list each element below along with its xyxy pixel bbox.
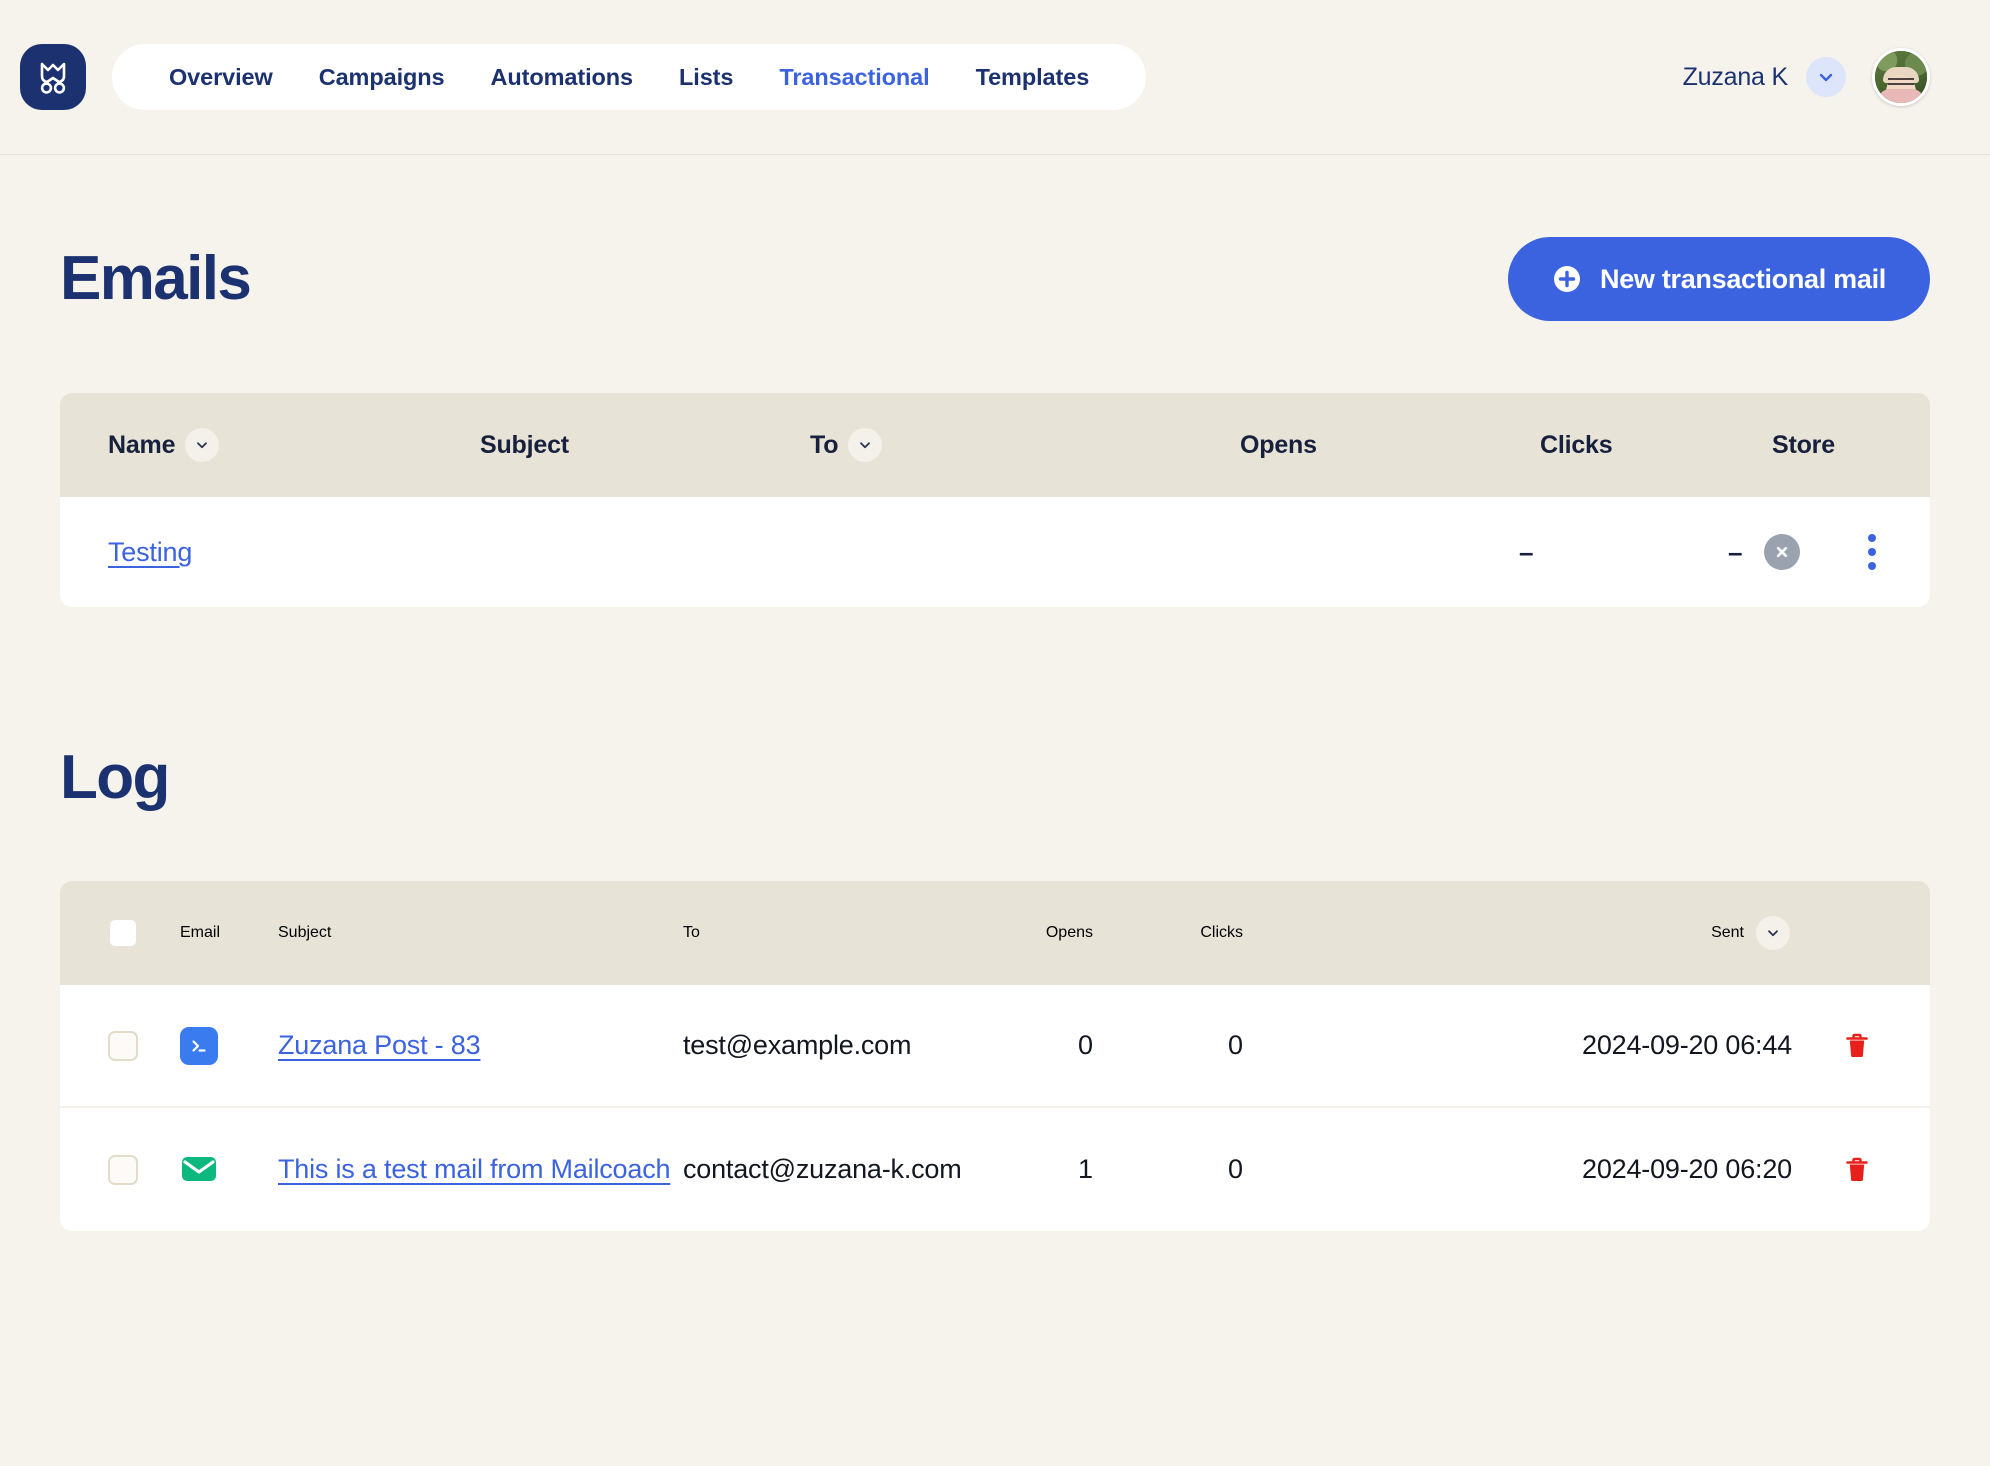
- column-header-to[interactable]: To: [810, 428, 1240, 462]
- log-table-header: Email Subject To Opens Clicks Sent: [60, 881, 1930, 985]
- terminal-icon: [180, 1026, 218, 1065]
- row-checkbox[interactable]: [108, 1154, 138, 1185]
- select-all-checkbox[interactable]: [108, 918, 138, 948]
- column-header-name[interactable]: Name: [60, 428, 480, 462]
- row-subject-cell: Zuzana Post - 83: [278, 1030, 683, 1061]
- row-checkbox[interactable]: [108, 1030, 138, 1061]
- new-transactional-mail-button[interactable]: New transactional mail: [1508, 237, 1930, 321]
- column-header-log-to: To: [683, 924, 978, 942]
- column-header-subject: Subject: [480, 431, 810, 460]
- column-label-log-subject: Subject: [278, 924, 332, 941]
- table-row: Testing – –: [60, 497, 1930, 607]
- column-label-log-clicks: Clicks: [1200, 924, 1243, 941]
- row-clicks-cell: 0: [1227, 1154, 1243, 1184]
- chevron-down-icon[interactable]: [1756, 916, 1790, 950]
- row-to-cell: contact@zuzana-k.com: [683, 1154, 962, 1184]
- column-label-email: Email: [180, 924, 221, 941]
- emails-table-header: Name Subject To Opens Clicks Store: [60, 393, 1930, 497]
- email-store-cell: [1742, 534, 1862, 570]
- user-name-label: Zuzana K: [1682, 62, 1789, 91]
- row-to-cell: test@example.com: [683, 1030, 912, 1060]
- row-sent-cell: 2024-09-20 06:20: [1243, 1154, 1930, 1185]
- select-all-cell: [60, 918, 180, 948]
- emails-table: Name Subject To Opens Clicks Store Testi…: [60, 393, 1930, 607]
- avatar[interactable]: [1872, 48, 1930, 106]
- column-label-opens: Opens: [1240, 430, 1317, 459]
- column-header-email: Email: [180, 924, 278, 942]
- row-type-cell: [180, 1026, 278, 1065]
- log-title: Log: [60, 743, 170, 812]
- row-subject-cell: This is a test mail from Mailcoach: [278, 1154, 683, 1185]
- user-menu[interactable]: Zuzana K: [1683, 48, 1930, 106]
- column-label-log-to: To: [683, 924, 700, 941]
- chevron-down-icon[interactable]: [848, 428, 883, 462]
- emails-section-header: Emails New transactional mail: [60, 155, 1930, 321]
- nav-item-campaigns[interactable]: Campaigns: [296, 44, 468, 110]
- row-clicks-cell: 0: [1227, 1030, 1243, 1060]
- top-navigation-bar: Overview Campaigns Automations Lists Tra…: [0, 0, 1990, 155]
- email-actions-cell: [1862, 528, 1930, 576]
- column-header-opens: Opens: [1240, 431, 1540, 460]
- nav-item-lists[interactable]: Lists: [656, 44, 756, 110]
- x-circle-icon[interactable]: [1764, 534, 1801, 570]
- log-subject-link[interactable]: This is a test mail from Mailcoach: [278, 1154, 671, 1184]
- nav-item-automations[interactable]: Automations: [468, 44, 657, 110]
- log-section-header: Log: [60, 747, 1930, 809]
- nav-item-transactional[interactable]: Transactional: [756, 44, 952, 110]
- log-subject-link[interactable]: Zuzana Post - 83: [278, 1030, 481, 1060]
- row-sent-date: 2024-09-20 06:20: [1582, 1154, 1792, 1184]
- row-type-cell: [180, 1150, 278, 1189]
- table-row: Zuzana Post - 83 test@example.com 0 0 20…: [60, 985, 1930, 1108]
- column-header-clicks: Clicks: [1540, 431, 1750, 460]
- row-opens-cell: 0: [1077, 1030, 1093, 1060]
- chevron-down-icon[interactable]: [1806, 57, 1846, 97]
- column-label-name: Name: [108, 430, 176, 459]
- column-label-to: To: [810, 430, 839, 459]
- trash-icon[interactable]: [1844, 1156, 1870, 1184]
- column-header-store: Store: [1750, 431, 1870, 460]
- kebab-menu-icon[interactable]: [1862, 528, 1882, 576]
- column-header-sent[interactable]: Sent: [1243, 916, 1930, 950]
- new-transactional-mail-label: New transactional mail: [1600, 263, 1886, 294]
- email-name-cell: Testing: [60, 537, 478, 568]
- mailcoach-owl-logo[interactable]: [20, 44, 86, 110]
- email-name-link[interactable]: Testing: [108, 537, 192, 567]
- column-label-store: Store: [1772, 430, 1835, 459]
- nav-item-overview[interactable]: Overview: [146, 44, 296, 110]
- nav-item-templates[interactable]: Templates: [953, 44, 1113, 110]
- row-sent-cell: 2024-09-20 06:44: [1243, 1030, 1930, 1061]
- column-header-log-opens: Opens: [978, 924, 1093, 942]
- row-select-cell: [60, 1030, 180, 1061]
- row-opens-cell: 1: [1077, 1154, 1093, 1184]
- column-label-subject: Subject: [480, 430, 569, 459]
- chevron-down-icon[interactable]: [185, 428, 220, 462]
- row-sent-date: 2024-09-20 06:44: [1582, 1030, 1792, 1060]
- plus-circle-icon: [1552, 264, 1582, 294]
- log-table: Email Subject To Opens Clicks Sent Zuzan…: [60, 881, 1930, 1231]
- email-clicks-cell: –: [1727, 536, 1743, 567]
- page-title: Emails: [60, 244, 252, 313]
- envelope-icon: [180, 1150, 218, 1188]
- column-header-log-clicks: Clicks: [1093, 924, 1243, 942]
- column-label-log-opens: Opens: [1045, 924, 1093, 941]
- column-label-clicks: Clicks: [1540, 430, 1613, 459]
- page-content: Emails New transactional mail Name Subje…: [0, 155, 1990, 1231]
- column-header-log-subject: Subject: [278, 924, 683, 942]
- email-opens-cell: –: [1518, 536, 1534, 567]
- row-select-cell: [60, 1154, 180, 1185]
- table-row: This is a test mail from Mailcoach conta…: [60, 1108, 1930, 1231]
- column-label-sent: Sent: [1711, 924, 1744, 941]
- trash-icon[interactable]: [1844, 1032, 1870, 1060]
- main-nav: Overview Campaigns Automations Lists Tra…: [112, 44, 1147, 110]
